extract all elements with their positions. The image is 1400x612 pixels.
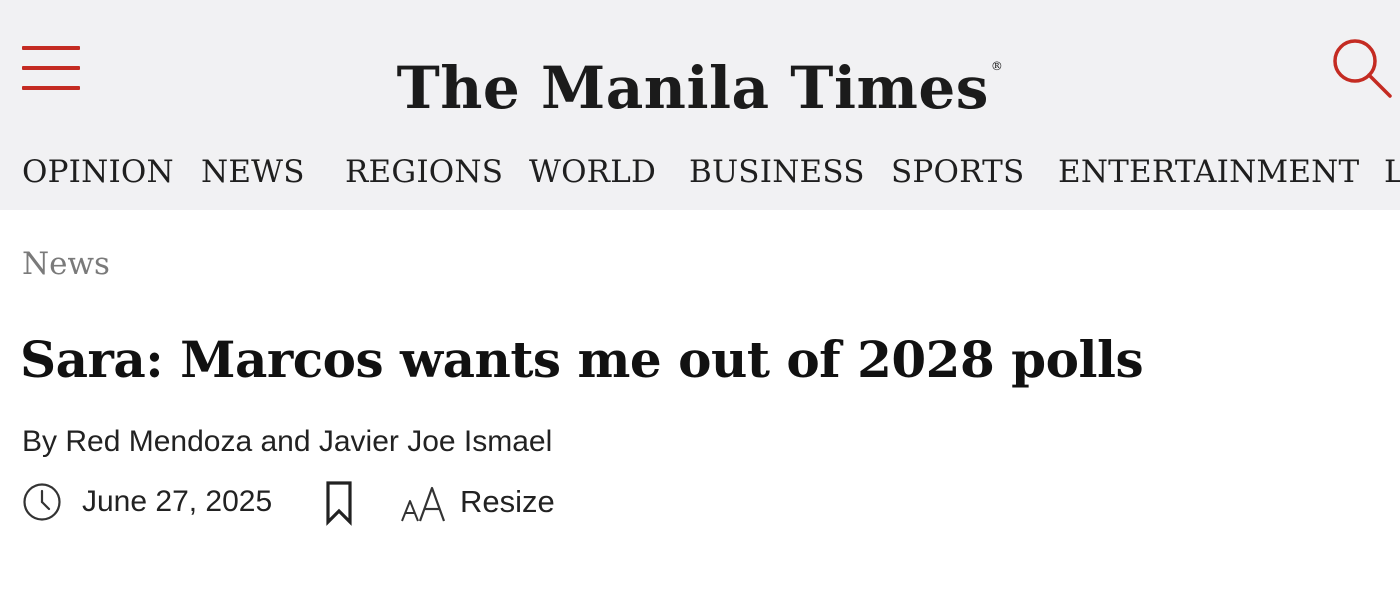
nav-item-news[interactable]: NEWS: [201, 150, 305, 194]
nav-item-world[interactable]: WORLD: [529, 150, 656, 194]
menu-bar-bottom: [22, 86, 80, 90]
article-meta: June 27, 2025 Resize: [22, 478, 722, 526]
bookmark-icon[interactable]: [324, 480, 354, 526]
site-header: The Manila Times ® OPINION NEWS REGIONS W…: [0, 0, 1400, 210]
clock-icon: [22, 482, 62, 522]
resize-button-label[interactable]: Resize: [460, 482, 555, 522]
nav-item-entertainment[interactable]: ENTERTAINMENT: [1058, 150, 1359, 194]
nav-item-partial[interactable]: L: [1384, 150, 1400, 194]
hamburger-menu-icon[interactable]: [22, 46, 80, 92]
article-date: June 27, 2025: [82, 485, 273, 518]
menu-bar-middle: [22, 66, 80, 70]
article-page: The Manila Times ® OPINION NEWS REGIONS W…: [0, 0, 1400, 612]
search-icon-graphic: [1333, 39, 1392, 98]
nav-item-business[interactable]: BUSINESS: [689, 150, 865, 194]
nav-item-regions[interactable]: REGIONS: [345, 150, 503, 194]
registered-mark: ®: [990, 59, 1004, 73]
article-category[interactable]: News: [22, 244, 110, 284]
site-name: The Manila Times: [396, 54, 989, 122]
nav-item-sports[interactable]: SPORTS: [891, 150, 1024, 194]
article-headline: Sara: Marcos wants me out of 2028 polls: [20, 329, 1144, 389]
article-byline: By Red Mendoza and Javier Joe Ismael: [22, 425, 553, 458]
font-resize-icon-graphic: [401, 486, 446, 522]
section-nav: OPINION NEWS REGIONS WORLD BUSINESS SPOR…: [0, 150, 1400, 194]
nav-item-opinion[interactable]: OPINION: [22, 150, 174, 194]
search-icon[interactable]: [1328, 34, 1394, 100]
site-logo[interactable]: The Manila Times ®: [360, 28, 1040, 122]
menu-bar-top: [22, 46, 80, 50]
clock-icon-graphic: [23, 483, 61, 521]
bookmark-icon-graphic: [326, 481, 352, 526]
font-resize-icon[interactable]: [400, 484, 448, 524]
